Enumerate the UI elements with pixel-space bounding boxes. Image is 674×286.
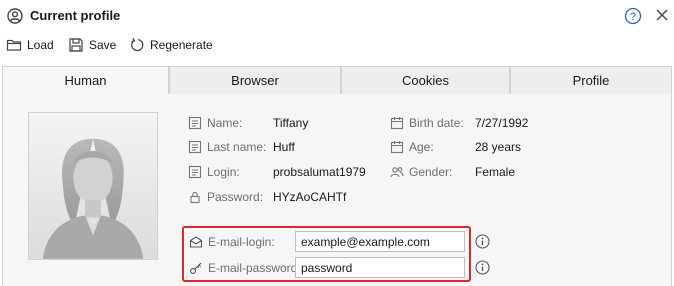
gender-field: Gender:	[390, 164, 452, 180]
close-icon[interactable]	[655, 8, 669, 22]
password-field: Password:	[188, 189, 263, 205]
tab-browser[interactable]: Browser	[169, 66, 341, 95]
user-circle-icon	[7, 8, 23, 24]
email-login-label: E-mail-login:	[208, 235, 275, 249]
window-title: Current profile	[30, 8, 121, 23]
gender-value: Female	[475, 165, 516, 179]
avatar	[28, 112, 158, 260]
female-silhouette-icon	[29, 113, 157, 259]
age-value: 28 years	[475, 140, 522, 154]
email-login-input[interactable]	[295, 231, 465, 252]
password-value: HYzAoCAHTf	[273, 190, 347, 204]
tab-human[interactable]: Human	[2, 66, 169, 95]
id-card-icon	[188, 140, 202, 154]
email-password-field: E-mail-password:	[189, 260, 301, 276]
email-password-label: E-mail-password:	[208, 261, 301, 275]
email-password-input[interactable]	[295, 257, 465, 278]
floppy-disk-icon	[69, 38, 83, 52]
name-label: Name:	[207, 116, 243, 130]
load-button[interactable]: Load	[6, 34, 54, 56]
envelope-icon	[189, 236, 203, 248]
age-label: Age:	[409, 140, 434, 154]
login-label: Login:	[207, 165, 240, 179]
id-card-icon	[188, 165, 202, 179]
lock-icon	[190, 191, 200, 204]
birth-date-value: 7/27/1992	[475, 116, 529, 130]
title-bar: Current profile ?	[0, 0, 674, 32]
load-label: Load	[27, 38, 54, 52]
save-label: Save	[89, 38, 117, 52]
calendar-icon	[390, 141, 404, 154]
last-name-label: Last name:	[207, 140, 267, 154]
info-circle-icon[interactable]	[475, 234, 490, 249]
login-value: probsalumat1979	[273, 165, 366, 179]
calendar-icon	[390, 117, 404, 130]
id-card-icon	[188, 116, 202, 130]
svg-text:?: ?	[630, 11, 636, 23]
birth-date-field: Birth date:	[390, 115, 464, 131]
last-name-value: Huff	[273, 140, 295, 154]
tab-profile[interactable]: Profile	[510, 66, 672, 95]
refresh-icon	[131, 37, 144, 52]
login-field: Login:	[188, 164, 240, 180]
folder-icon	[6, 39, 22, 51]
birth-date-label: Birth date:	[409, 116, 464, 130]
name-value: Tiffany	[273, 116, 309, 130]
tab-bar: Human Browser Cookies Profile	[2, 66, 672, 95]
info-circle-icon[interactable]	[475, 260, 490, 275]
age-field: Age:	[390, 139, 434, 155]
gender-label: Gender:	[409, 165, 453, 179]
regenerate-button[interactable]: Regenerate	[129, 34, 213, 56]
email-login-field: E-mail-login:	[189, 234, 275, 250]
tab-cookies[interactable]: Cookies	[341, 66, 510, 95]
gender-users-icon	[390, 167, 404, 178]
last-name-field: Last name:	[188, 139, 266, 155]
name-field: Name:	[188, 115, 242, 131]
question-circle-icon[interactable]: ?	[624, 7, 642, 25]
regenerate-label: Regenerate	[150, 38, 213, 52]
key-icon	[190, 262, 202, 274]
toolbar: Load Save Regenerate	[0, 34, 674, 56]
save-button[interactable]: Save	[68, 34, 116, 56]
password-label: Password:	[207, 190, 264, 204]
